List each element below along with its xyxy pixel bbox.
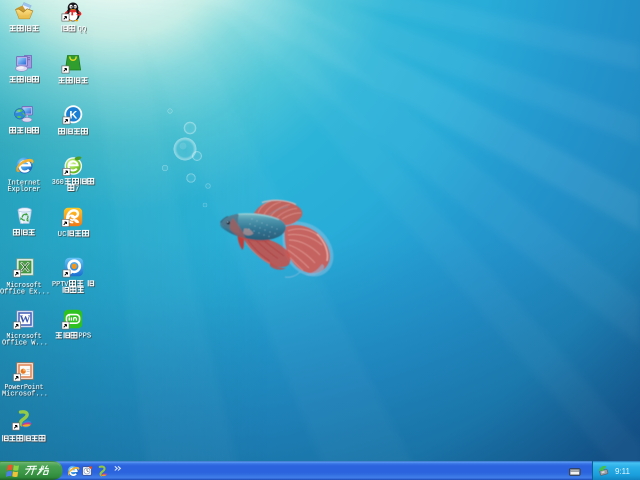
svg-text:360: 360 — [52, 179, 64, 187]
svg-text:Explorer: Explorer — [8, 186, 41, 194]
svg-text:7: 7 — [75, 185, 79, 193]
svg-text:Office Ex...: Office Ex... — [0, 289, 50, 297]
svg-text:UC: UC — [58, 231, 67, 239]
svg-text:W: W — [20, 314, 31, 326]
svg-text:QQ: QQ — [78, 26, 87, 34]
svg-text:PPS: PPS — [78, 332, 91, 340]
svg-text:Office W...: Office W... — [2, 340, 48, 348]
svg-text:9:11: 9:11 — [615, 467, 630, 476]
svg-text:K: K — [69, 109, 77, 121]
svg-text:Microsof...: Microsof... — [2, 391, 48, 399]
